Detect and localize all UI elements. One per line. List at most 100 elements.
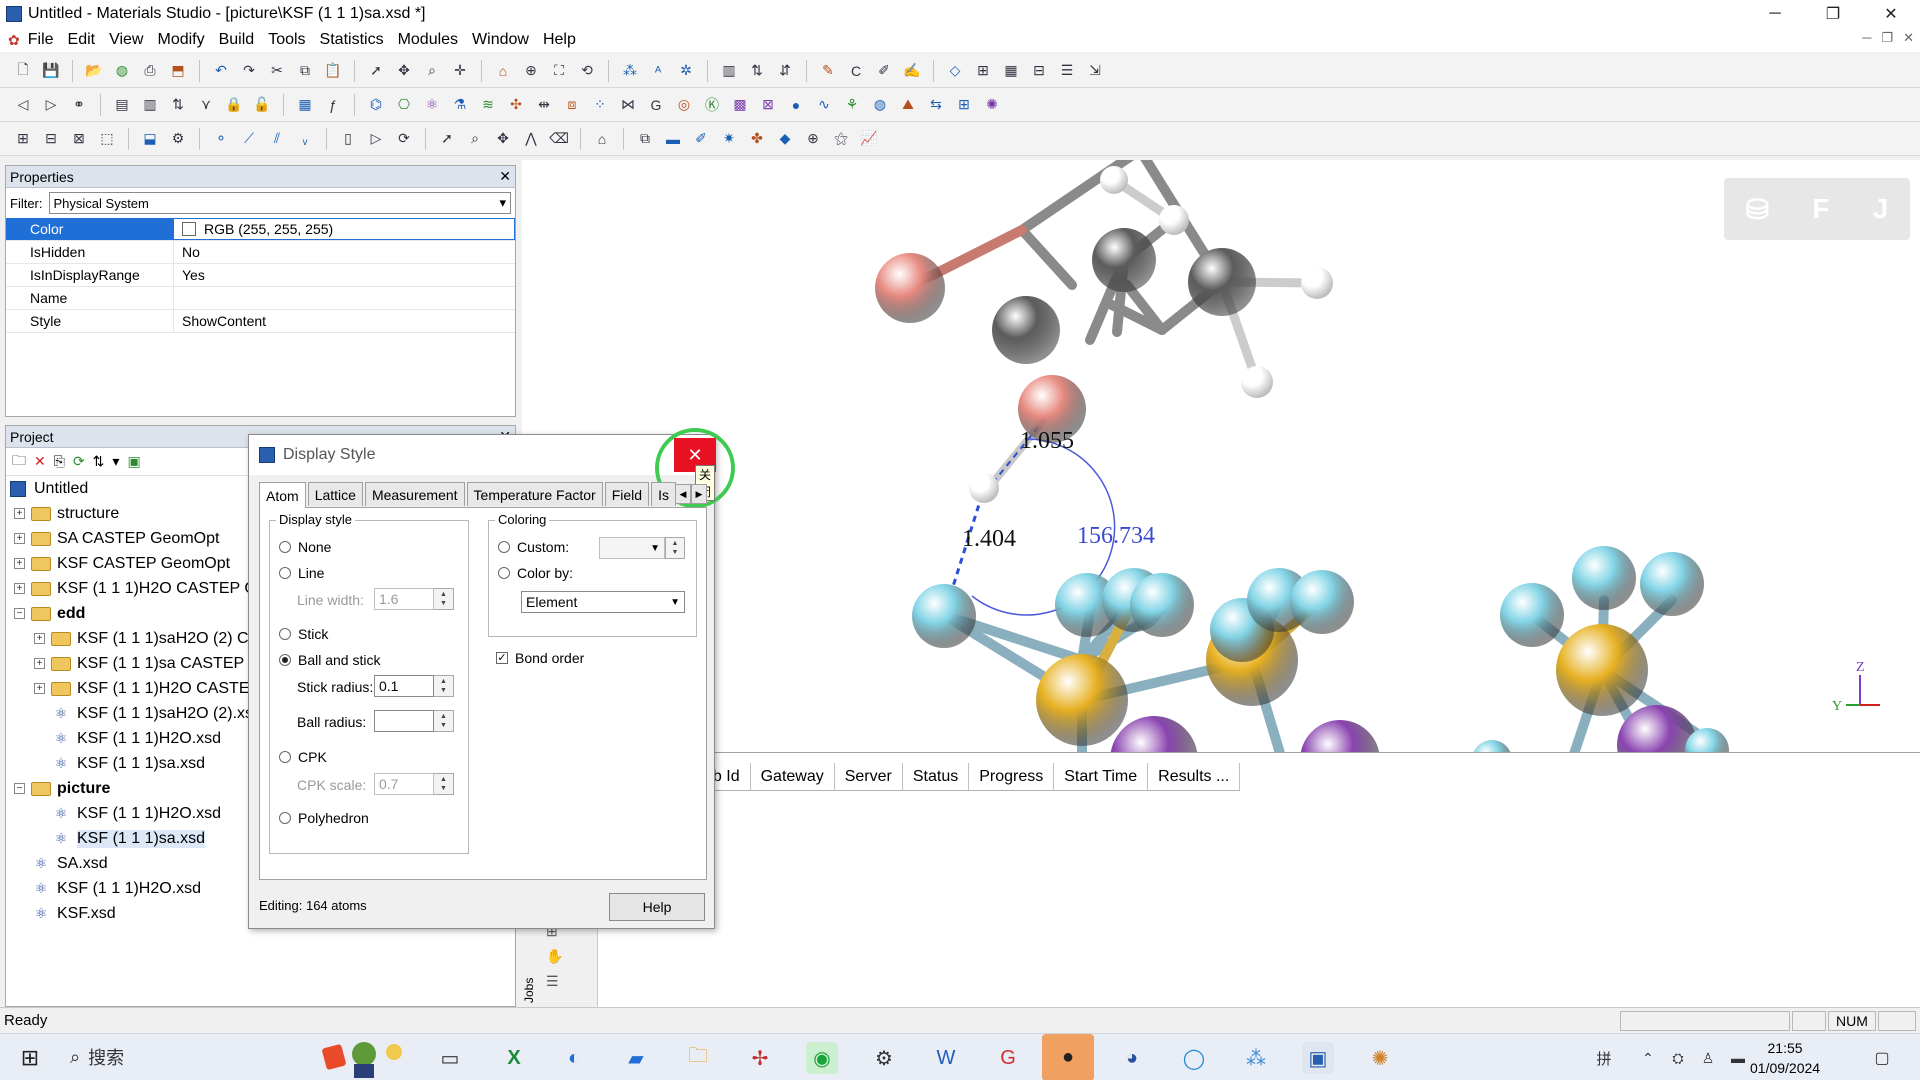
visualizer-icon[interactable]: ✺ [1364, 1042, 1396, 1074]
atom-select-icon[interactable]: ✲ [675, 60, 697, 82]
restore-button[interactable]: ❐ [1804, 0, 1862, 28]
radio-cpk[interactable]: CPK [279, 749, 327, 765]
silicon-atom[interactable] [1556, 624, 1648, 716]
select-icon[interactable]: ➚ [365, 60, 387, 82]
column-gateway[interactable]: Gateway [751, 763, 835, 790]
property-row-ishidden[interactable]: IsHidden No [6, 241, 515, 264]
color-bar-icon[interactable]: ▬ [662, 128, 684, 150]
crosshair-icon[interactable]: ⊕ [802, 128, 824, 150]
ring-icon[interactable]: ◍ [869, 94, 891, 116]
property-value[interactable]: No [173, 241, 515, 263]
expand-icon[interactable]: + [14, 583, 25, 594]
radio-line[interactable]: Line [279, 565, 324, 581]
dropdown-icon[interactable]: ⇲ [1084, 60, 1106, 82]
penguin-icon[interactable]: ♙ [1692, 1042, 1724, 1074]
column-status[interactable]: Status [903, 763, 970, 790]
dial-icon[interactable]: ◎ [673, 94, 695, 116]
tree-item[interactable]: + KSF (1 1 1)sa CASTEP E [34, 651, 259, 676]
expand-icon[interactable]: + [34, 633, 45, 644]
chat-app-icon[interactable]: ◯ [1178, 1042, 1210, 1074]
close-icon[interactable]: ✕ [499, 168, 511, 185]
edge-browser-icon[interactable]: ◐ [558, 1042, 590, 1074]
filter-select[interactable]: Physical System ▾ [48, 192, 511, 214]
menu-window[interactable]: Window [472, 31, 529, 49]
sphere-icon[interactable]: ● [785, 94, 807, 116]
fluorine-atom[interactable] [1500, 583, 1564, 647]
translate-icon[interactable]: ✛ [449, 60, 471, 82]
tab-scroll-left-icon[interactable]: ◀ [675, 484, 691, 504]
play-icon[interactable]: ▷ [365, 128, 387, 150]
spin-down-icon[interactable]: ▼ [440, 721, 447, 730]
radio-color-by[interactable]: Color by: [498, 565, 573, 581]
xmind-icon[interactable]: X [498, 1042, 530, 1074]
house-icon[interactable]: ⌂ [591, 128, 613, 150]
bond-type-icon[interactable]: ᵥ [294, 128, 316, 150]
globe-icon[interactable]: ◍ [111, 60, 133, 82]
layer-icon[interactable]: ☰ [1056, 60, 1078, 82]
carbon-atom[interactable] [1188, 248, 1256, 316]
windows-start-icon[interactable]: ⊞ [14, 1042, 46, 1074]
sort-az-icon[interactable]: ⇅ [167, 94, 189, 116]
supercell-icon[interactable]: ▦ [1000, 60, 1022, 82]
color-swatch[interactable] [182, 222, 196, 236]
tree-item[interactable]: ⚛ SA.xsd [14, 851, 108, 876]
color-by-select[interactable]: Element ▼ [521, 591, 685, 613]
menu-file[interactable]: File [28, 31, 54, 49]
abc-label-icon[interactable]: ᴬ [647, 60, 669, 82]
loop-icon[interactable]: ⟳ [393, 128, 415, 150]
notification-icon[interactable]: ▢ [1866, 1042, 1898, 1074]
sort-icon[interactable]: ⇅ [746, 60, 768, 82]
tree-item[interactable]: − picture [14, 776, 110, 801]
ball-radius-stepper[interactable]: ▲ ▼ [374, 710, 454, 732]
wechat-icon[interactable]: ◉ [806, 1042, 838, 1074]
fan-app-icon[interactable]: ✢ [744, 1042, 776, 1074]
spin-up-icon[interactable]: ▲ [440, 775, 447, 784]
build-layer-icon[interactable]: ⎔ [393, 94, 415, 116]
radio-custom-color[interactable]: Custom: [498, 539, 569, 555]
rotate-icon[interactable]: ✥ [393, 60, 415, 82]
line-width-stepper[interactable]: 1.6 ▲ ▼ [374, 588, 454, 610]
spin-up-icon[interactable]: ▲ [440, 590, 447, 599]
tree-item[interactable]: ⚛ KSF (1 1 1)H2O.xsd [14, 876, 201, 901]
tree-item[interactable]: ⚛ KSF (1 1 1)sa.xsd [34, 751, 205, 776]
sort-desc-icon[interactable]: ⇵ [774, 60, 796, 82]
expand-icon[interactable]: + [14, 558, 25, 569]
expand-icon[interactable]: + [34, 658, 45, 669]
bars-icon[interactable]: ▥ [139, 94, 161, 116]
property-row-style[interactable]: Style ShowContent [6, 310, 515, 333]
fluorine-atom[interactable] [1130, 573, 1194, 637]
mdi-close-button[interactable]: ✕ [1903, 30, 1914, 46]
tree-item[interactable]: Untitled [10, 476, 88, 501]
ball-radius-value[interactable] [374, 710, 434, 732]
bond-double-icon[interactable]: ⫽ [266, 128, 288, 150]
custom-color-stepper[interactable]: ▲ ▼ [665, 537, 685, 559]
tree-item[interactable]: ⚛ KSF (1 1 1)sa.xsd [34, 826, 206, 851]
property-row-color[interactable]: Color RGB (255, 255, 255) [6, 218, 515, 241]
import-icon[interactable]: ⬒ [167, 60, 189, 82]
box-icon[interactable]: ⬚ [96, 128, 118, 150]
bond-order-checkbox[interactable]: ✓ Bond order [496, 650, 584, 666]
spin-up-icon[interactable]: ▲ [672, 539, 679, 548]
cluster-module-icon[interactable]: ✺ [981, 94, 1003, 116]
next-icon[interactable]: ▷ [40, 94, 62, 116]
tree-item[interactable]: + KSF (1 1 1)H2O CASTEP Ge [14, 576, 266, 601]
hydrogen-atom[interactable] [1301, 267, 1333, 299]
grid-medium-icon[interactable]: ⊟ [40, 128, 62, 150]
line-width-value[interactable]: 1.6 [374, 588, 434, 610]
move-icon[interactable]: ✥ [492, 128, 514, 150]
tab-isosurface[interactable]: Is [651, 482, 676, 506]
build-nanostructure-icon[interactable]: ⚗ [449, 94, 471, 116]
radio-polyhedron[interactable]: Polyhedron [279, 810, 369, 826]
menu-modules[interactable]: Modules [398, 31, 458, 49]
expand-icon[interactable]: + [14, 533, 25, 544]
symmetry-icon[interactable]: ◇ [944, 60, 966, 82]
tab-temperature-factor[interactable]: Temperature Factor [466, 482, 603, 506]
tree-item[interactable]: ⚛ KSF (1 1 1)H2O.xsd [34, 726, 221, 751]
label-icon[interactable]: ⁂ [619, 60, 641, 82]
cpk-scale-stepper[interactable]: 0.7 ▲ ▼ [374, 773, 454, 795]
new-icon[interactable]: 🗋 [12, 60, 34, 82]
cut-icon[interactable]: ⎘ [54, 453, 65, 470]
tree-item[interactable]: + KSF (1 1 1)H2O CASTEP [34, 676, 260, 701]
tab-atom[interactable]: Atom [259, 482, 306, 508]
task-view-icon[interactable]: ▭ [434, 1042, 466, 1074]
